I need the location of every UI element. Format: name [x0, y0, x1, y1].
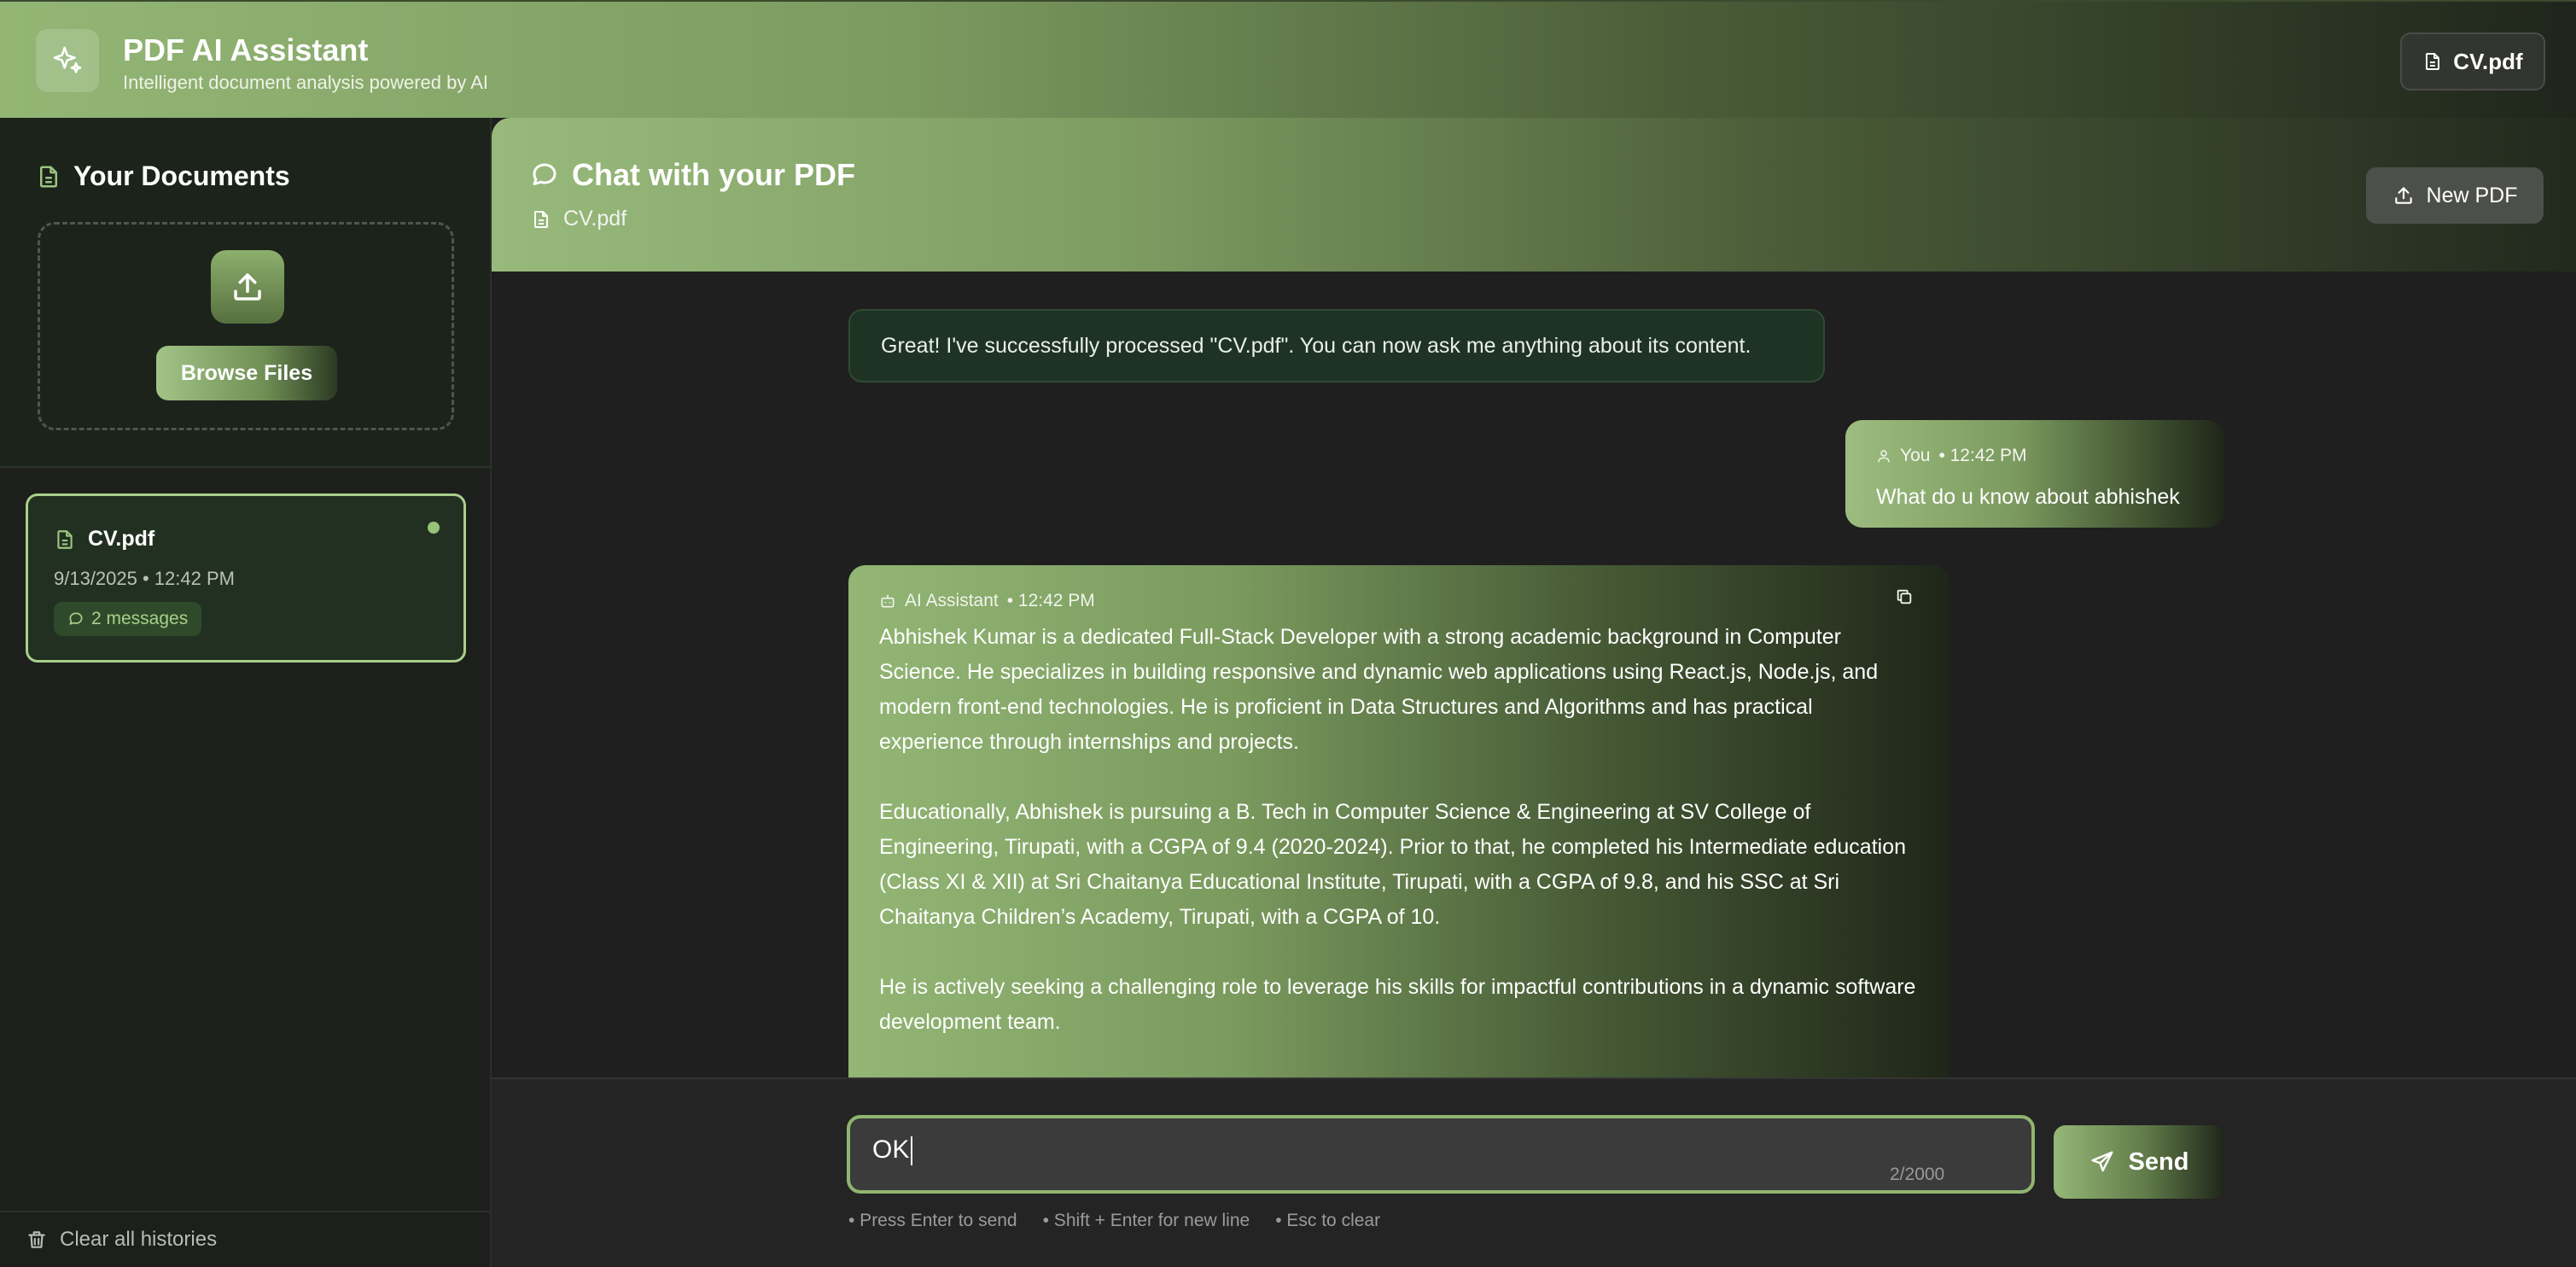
- send-button[interactable]: Send: [2054, 1125, 2224, 1199]
- chat-file-label: CV.pdf: [563, 207, 627, 231]
- ai-author: AI Assistant: [905, 591, 999, 610]
- chat-title: Chat with your PDF: [529, 157, 855, 193]
- bot-icon: [879, 593, 896, 610]
- current-file-label: CV.pdf: [2453, 48, 2523, 74]
- ai-time: • 12:42 PM: [1006, 591, 1095, 610]
- file-icon: [2422, 51, 2443, 72]
- upload-section: Your Documents Browse Files: [0, 118, 490, 468]
- user-message-meta: You • 12:42 PM: [1876, 446, 2027, 466]
- clear-histories-button[interactable]: Clear all histories: [0, 1211, 490, 1267]
- file-icon: [531, 209, 551, 230]
- composer: OK 2/2000 Send • Press Enter to send • S…: [492, 1077, 2576, 1267]
- new-pdf-button[interactable]: New PDF: [2366, 167, 2544, 224]
- trash-icon: [26, 1229, 48, 1251]
- message-input[interactable]: OK 2/2000: [847, 1115, 2035, 1194]
- hint-shift-enter: • Shift + Enter for new line: [1042, 1211, 1250, 1230]
- chat-bubble-icon: [529, 160, 560, 190]
- chat-header: Chat with your PDF CV.pdf New PDF: [492, 118, 2576, 272]
- document-card[interactable]: CV.pdf 9/13/2025 • 12:42 PM 2 messages: [26, 493, 466, 663]
- ai-message-meta: AI Assistant • 12:42 PM: [879, 591, 1095, 611]
- message-input-value[interactable]: OK: [872, 1136, 913, 1166]
- send-label: Send: [2128, 1147, 2189, 1176]
- chat-title-label: Chat with your PDF: [572, 157, 855, 192]
- ai-paragraph: Educationally, Abhishek is pursuing a B.…: [879, 800, 1907, 929]
- current-file-button[interactable]: CV.pdf: [2400, 32, 2545, 90]
- file-icon: [54, 528, 76, 551]
- upload-icon: [2392, 184, 2415, 207]
- app-subtitle: Intelligent document analysis powered by…: [123, 72, 489, 93]
- clear-histories-label: Clear all histories: [60, 1228, 218, 1251]
- app-title: PDF AI Assistant: [123, 32, 369, 67]
- document-date: 9/13/2025 • 12:42 PM: [54, 568, 235, 589]
- document-name: CV.pdf: [88, 527, 155, 551]
- document-icon: [36, 164, 61, 190]
- system-message: Great! I've successfully processed "CV.p…: [848, 309, 1825, 382]
- copy-icon[interactable]: [1895, 587, 1914, 606]
- documents-heading: Your Documents: [36, 161, 290, 192]
- app-header: PDF AI Assistant Intelligent document an…: [0, 0, 2576, 118]
- user-message-text: What do u know about abhishek: [1876, 485, 2180, 509]
- new-pdf-label: New PDF: [2426, 183, 2518, 207]
- chat-file: CV.pdf: [531, 207, 627, 231]
- upload-icon[interactable]: [211, 250, 284, 324]
- sidebar: Your Documents Browse Files CV.pdf 9/13/…: [0, 118, 492, 1267]
- send-icon: [2089, 1149, 2115, 1175]
- message-count-label: 2 messages: [91, 609, 189, 628]
- file-dropzone[interactable]: Browse Files: [38, 222, 454, 430]
- ai-paragraph: Abhishek Kumar is a dedicated Full-Stack…: [879, 625, 1879, 754]
- user-author: You: [1900, 446, 1931, 465]
- sparkles-icon: [36, 29, 99, 92]
- chat-bubble-icon: [67, 610, 85, 628]
- document-title: CV.pdf: [54, 527, 154, 552]
- hint-enter: • Press Enter to send: [848, 1211, 1017, 1230]
- hint-esc: • Esc to clear: [1275, 1211, 1381, 1230]
- character-count: 2/2000: [1890, 1165, 1945, 1184]
- chat-messages[interactable]: Great! I've successfully processed "CV.p…: [492, 272, 2576, 1077]
- browse-files-button[interactable]: Browse Files: [156, 346, 337, 400]
- keyboard-hints: • Press Enter to send • Shift + Enter fo…: [848, 1211, 1380, 1231]
- ai-message: AI Assistant • 12:42 PM Abhishek Kumar i…: [848, 565, 1949, 1077]
- user-time: • 12:42 PM: [1938, 446, 2027, 465]
- user-icon: [1876, 448, 1891, 464]
- user-message: You • 12:42 PM What do u know about abhi…: [1845, 420, 2224, 528]
- message-count-badge: 2 messages: [54, 602, 202, 636]
- ai-paragraph: He is actively seeking a challenging rol…: [879, 975, 1916, 1034]
- documents-heading-label: Your Documents: [73, 161, 290, 191]
- active-indicator: [428, 522, 440, 534]
